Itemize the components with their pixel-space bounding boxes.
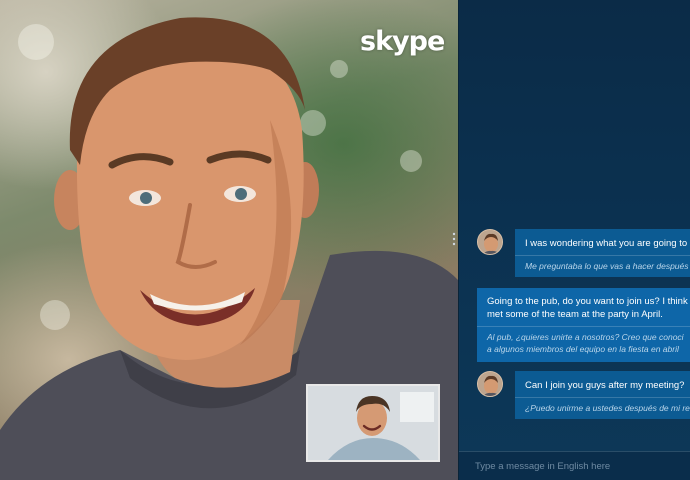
message-text: Can I join you guys after my meeting? [525,380,685,391]
contact-avatar[interactable] [477,371,503,397]
message-divider [515,255,690,256]
message-translation-line-1: Al pub, ¿quieres unirte a nosotros? Creo… [487,332,684,342]
message-composer [459,451,690,480]
message-translation: Me preguntaba lo que vas a hacer después [525,261,689,271]
message-text-line-2: met some of the team at the party in Apr… [487,309,663,320]
message-translation-line-2: a algunos miembros del equipo en la fies… [487,344,679,354]
vertical-dots-icon[interactable] [450,232,458,246]
self-view-video[interactable] [306,384,440,462]
remote-video-feed[interactable]: skype [0,0,458,480]
local-participant [308,386,438,460]
message-divider [477,326,690,327]
contact-avatar[interactable] [477,229,503,255]
message-incoming[interactable]: I was wondering what you are going to do… [515,229,690,277]
chat-panel: I was wondering what you are going to do… [458,0,690,480]
message-text-line-1: Going to the pub, do you want to join us… [487,296,690,307]
message-translation: ¿Puedo unirme a ustedes después de mi re… [525,403,690,413]
skype-logo: skype [360,26,445,57]
message-input[interactable] [475,458,685,474]
message-divider [515,397,690,398]
message-incoming[interactable]: Can I join you guys after my meeting? ¿P… [515,371,690,419]
message-text: I was wondering what you are going to do [525,238,690,249]
message-outgoing[interactable]: Going to the pub, do you want to join us… [477,288,690,362]
